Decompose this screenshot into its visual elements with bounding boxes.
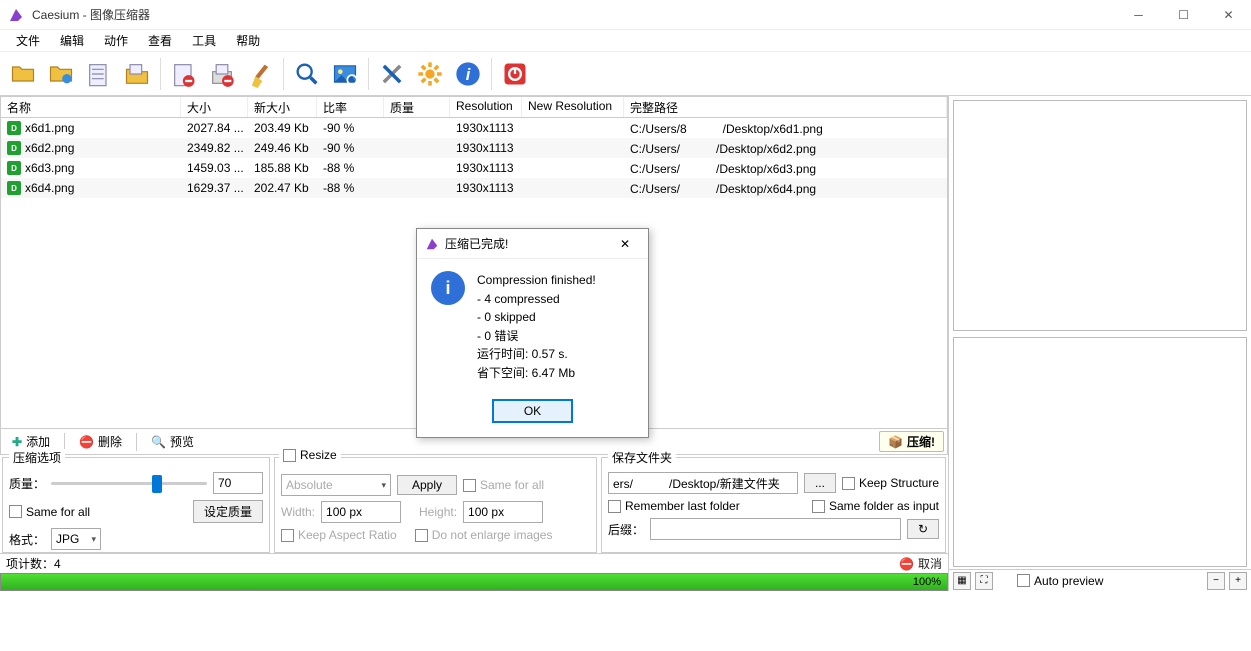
cancel-button[interactable]: ⛔取消 (899, 555, 942, 572)
suffix-label: 后缀： (608, 521, 644, 538)
keep-structure-checkbox[interactable]: Keep Structure (842, 476, 939, 490)
col-size[interactable]: 大小 (181, 97, 248, 117)
close-button[interactable]: ✕ (1206, 0, 1251, 30)
col-newsize[interactable]: 新大小 (248, 97, 317, 117)
dialog-close-button[interactable]: ✕ (610, 237, 640, 251)
app-title: Caesium - 图像压缩器 (32, 6, 1116, 23)
menu-action[interactable]: 动作 (94, 30, 138, 51)
quality-slider[interactable] (51, 482, 207, 485)
clear-icon[interactable] (243, 57, 277, 91)
set-quality-button[interactable]: 设定质量 (193, 500, 263, 523)
preview-original (953, 100, 1247, 331)
same-for-all-checkbox[interactable]: Same for all (9, 505, 90, 519)
progress-bar: 100% (0, 573, 948, 591)
resize-options: Resize Absolute Apply Same for all Width… (274, 457, 597, 553)
compress-options: 压缩选项 质量： Same for all 设定质量 格式： JPG (2, 457, 270, 553)
plus-icon: ✚ (12, 435, 22, 449)
menu-file[interactable]: 文件 (6, 30, 50, 51)
open-file-icon[interactable] (6, 57, 40, 91)
minimize-button[interactable]: ─ (1116, 0, 1161, 30)
auto-preview-checkbox[interactable]: Auto preview (1017, 574, 1103, 588)
suffix-reset-button[interactable]: ↻ (907, 519, 939, 539)
remember-folder-checkbox[interactable]: Remember last folder (608, 499, 740, 513)
quality-input[interactable] (213, 472, 263, 494)
table-row[interactable]: Dx6d3.png 1459.03 ... 185.88 Kb -88 % 19… (1, 158, 947, 178)
compress-icon: 📦 (888, 435, 903, 449)
app-icon (8, 7, 24, 23)
open-folder-icon[interactable] (44, 57, 78, 91)
table-header: 名称 大小 新大小 比率 质量 Resolution New Resolutio… (0, 96, 948, 118)
dialog-ok-button[interactable]: OK (492, 399, 573, 423)
grid-icon[interactable]: ▦ (953, 572, 971, 590)
menu-bar: 文件 编辑 动作 查看 工具 帮助 (0, 30, 1251, 52)
dialog-message: Compression finished!- 4 compressed- 0 s… (477, 271, 596, 383)
menu-view[interactable]: 查看 (138, 30, 182, 51)
list-add-icon[interactable] (82, 57, 116, 91)
menu-tools[interactable]: 工具 (182, 30, 226, 51)
zoom-icon[interactable] (290, 57, 324, 91)
save-list-icon[interactable] (120, 57, 154, 91)
table-row[interactable]: Dx6d1.png 2027.84 ... 203.49 Kb -90 % 19… (1, 118, 947, 138)
file-type-icon: D (7, 141, 21, 155)
info-icon: i (431, 271, 465, 305)
forbidden-icon: ⛔ (79, 435, 94, 449)
col-quality[interactable]: 质量 (384, 97, 450, 117)
menu-help[interactable]: 帮助 (226, 30, 270, 51)
format-select[interactable]: JPG (51, 528, 101, 550)
fit-icon[interactable]: ⛶ (975, 572, 993, 590)
resize-checkbox[interactable]: Resize (283, 448, 337, 462)
width-input (321, 501, 401, 523)
col-resolution[interactable]: Resolution (450, 97, 522, 117)
toolbar: i (0, 52, 1251, 96)
keep-aspect-checkbox: Keep Aspect Ratio (281, 528, 397, 542)
svg-text:i: i (466, 65, 471, 83)
status-bar: 项计数：4 ⛔取消 (0, 553, 948, 573)
col-name[interactable]: 名称 (1, 97, 181, 117)
power-icon[interactable] (498, 57, 532, 91)
zoom-icon: 🔍 (151, 435, 166, 449)
gear-icon[interactable] (413, 57, 447, 91)
remove-item-icon[interactable] (167, 57, 201, 91)
preview-pane: ▦ ⛶ Auto preview − + (948, 96, 1251, 591)
title-bar: Caesium - 图像压缩器 ─ ☐ ✕ (0, 0, 1251, 30)
compress-button[interactable]: 📦压缩! (879, 431, 944, 452)
dialog-title: 压缩已完成! (445, 235, 610, 252)
image-preview-icon[interactable] (328, 57, 362, 91)
browse-button[interactable]: ... (804, 473, 836, 493)
no-enlarge-checkbox: Do not enlarge images (415, 528, 553, 542)
file-type-icon: D (7, 181, 21, 195)
maximize-button[interactable]: ☐ (1161, 0, 1206, 30)
col-path[interactable]: 完整路径 (624, 97, 947, 117)
preview-compressed (953, 337, 1247, 568)
file-type-icon: D (7, 161, 21, 175)
quality-label: 质量： (9, 475, 45, 492)
info-icon[interactable]: i (451, 57, 485, 91)
format-label: 格式： (9, 531, 45, 548)
same-folder-checkbox[interactable]: Same folder as input (812, 499, 939, 513)
suffix-input[interactable] (650, 518, 901, 540)
preview-button[interactable]: 🔍预览 (143, 431, 202, 452)
save-folder-options: 保存文件夹 ... Keep Structure Remember last f… (601, 457, 946, 553)
file-type-icon: D (7, 121, 21, 135)
cancel-icon: ⛔ (899, 557, 914, 571)
delete-button[interactable]: ⛔删除 (71, 431, 130, 452)
settings-icon[interactable] (375, 57, 409, 91)
zoom-out-icon[interactable]: − (1207, 572, 1225, 590)
resize-mode-select: Absolute (281, 474, 391, 496)
table-row[interactable]: Dx6d4.png 1629.37 ... 202.47 Kb -88 % 19… (1, 178, 947, 198)
col-ratio[interactable]: 比率 (317, 97, 384, 117)
resize-same-checkbox: Same for all (463, 478, 544, 492)
output-path-input[interactable] (608, 472, 798, 494)
dialog-app-icon (425, 237, 439, 251)
menu-edit[interactable]: 编辑 (50, 30, 94, 51)
zoom-in-icon[interactable]: + (1229, 572, 1247, 590)
completion-dialog: 压缩已完成! ✕ i Compression finished!- 4 comp… (416, 228, 649, 438)
resize-apply-button: Apply (397, 475, 457, 495)
table-row[interactable]: Dx6d2.png 2349.82 ... 249.46 Kb -90 % 19… (1, 138, 947, 158)
height-input (463, 501, 543, 523)
col-newres[interactable]: New Resolution (522, 97, 624, 117)
remove-output-icon[interactable] (205, 57, 239, 91)
